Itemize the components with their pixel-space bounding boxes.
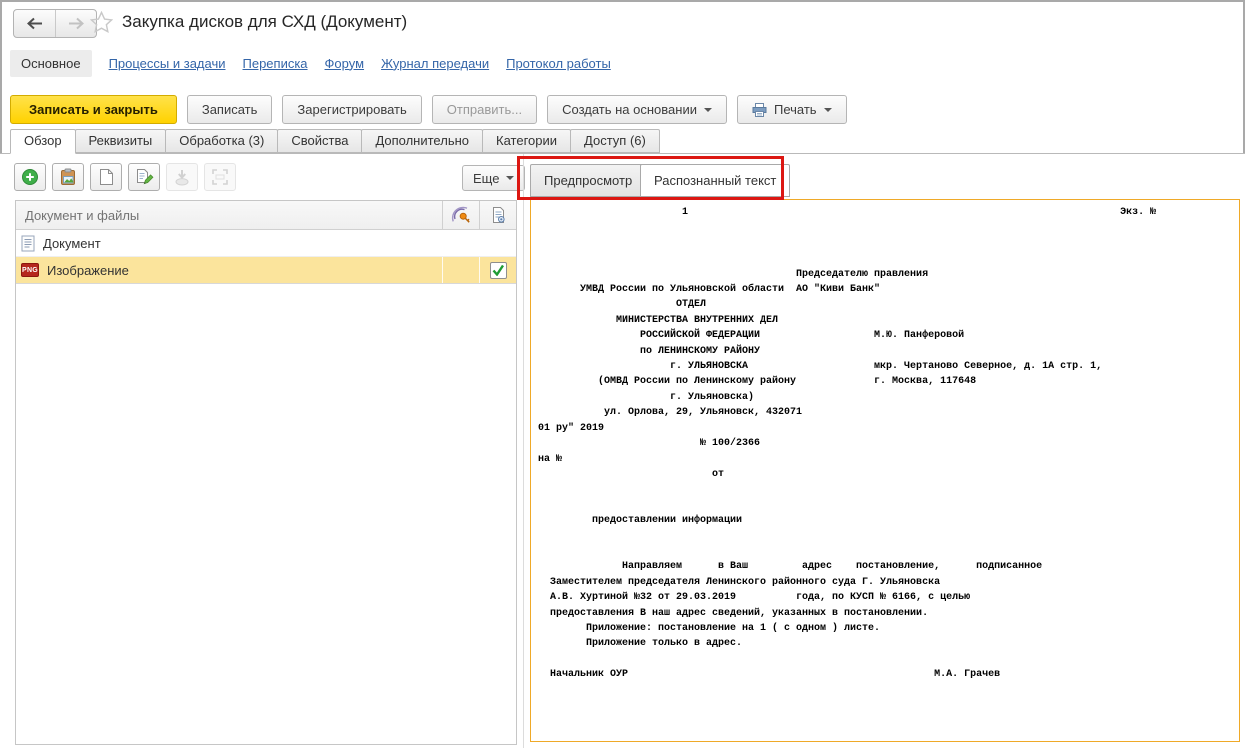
file-row-main: PNG Изображение	[16, 257, 442, 283]
key-waves-icon	[451, 206, 470, 223]
page-title: Закупка дисков для СХД (Документ)	[122, 12, 408, 31]
file-row-check-cell	[479, 257, 516, 283]
nav-link-transfer-log[interactable]: Журнал передачи	[381, 56, 489, 71]
register-button[interactable]: Зарегистрировать	[282, 95, 422, 124]
file-row-document[interactable]: Документ	[16, 230, 516, 257]
tab-properties[interactable]: Свойства	[277, 129, 363, 153]
add-file-button[interactable]	[14, 163, 46, 191]
recognized-text-panel[interactable]: 1 Экз. № Председателю правления УМВД Рос…	[530, 199, 1240, 742]
tab-access[interactable]: Доступ (6)	[570, 129, 660, 153]
send-button[interactable]: Отправить...	[431, 95, 538, 124]
blank-page-icon	[100, 169, 113, 185]
nav-link-processes[interactable]: Процессы и задачи	[109, 56, 226, 71]
clipboard-image-icon	[61, 168, 75, 185]
back-arrow-icon	[27, 17, 42, 30]
edit-file-button[interactable]	[128, 163, 160, 191]
file-row-main: Документ	[16, 230, 442, 256]
png-badge: PNG	[21, 263, 39, 277]
arrow-into-tray-icon	[175, 169, 189, 186]
recognized-text-content: 1 Экз. № Председателю правления УМВД Рос…	[538, 207, 1157, 681]
save-and-close-button[interactable]: Записать и закрыть	[10, 95, 177, 124]
add-icon	[22, 169, 38, 185]
tab-processing[interactable]: Обработка (3)	[165, 129, 279, 153]
main-tabstrip: Обзор Реквизиты Обработка (3) Свойства Д…	[0, 129, 1245, 154]
caret-down-icon	[506, 176, 515, 180]
scan-button[interactable]	[204, 163, 236, 191]
scanner-frame-icon	[212, 169, 228, 185]
nav-link-work-protocol[interactable]: Протокол работы	[506, 56, 611, 71]
check-icon	[492, 264, 504, 276]
tab-preview[interactable]: Предпросмотр	[530, 164, 647, 197]
document-file-icon	[21, 235, 35, 252]
tab-requisites[interactable]: Реквизиты	[74, 129, 167, 153]
caret-down-icon	[703, 107, 712, 112]
print-button[interactable]: Печать	[736, 95, 847, 124]
more-label: Еще	[473, 170, 500, 186]
file-row-label: Документ	[43, 235, 101, 251]
create-based-on-label: Создать на основании	[562, 102, 697, 117]
tab-categories[interactable]: Категории	[482, 129, 572, 153]
file-row-label: Изображение	[47, 262, 129, 278]
tab-recognized-text[interactable]: Распознанный текст	[640, 164, 791, 197]
tab-additional[interactable]: Дополнительно	[361, 129, 484, 153]
png-file-icon: PNG	[21, 263, 39, 277]
nav-item-main[interactable]: Основное	[10, 49, 92, 77]
nav-links-bar: Основное Процессы и задачи Переписка Фор…	[10, 48, 611, 78]
files-toolbar	[14, 163, 236, 191]
file-row-web-cell	[442, 230, 479, 256]
page-pencil-icon	[136, 169, 153, 185]
caret-down-icon	[823, 107, 832, 112]
favorite-star-icon[interactable]	[90, 11, 113, 33]
file-row-image[interactable]: PNG Изображение	[16, 257, 516, 284]
nav-link-forum[interactable]: Форум	[325, 56, 365, 71]
nav-link-correspondence[interactable]: Переписка	[243, 56, 308, 71]
page-gear-icon	[492, 207, 505, 223]
add-from-clipboard-button[interactable]	[52, 163, 84, 191]
import-file-button[interactable]	[166, 163, 198, 191]
new-file-button[interactable]	[90, 163, 122, 191]
panel-splitter[interactable]	[523, 154, 524, 748]
printer-icon	[752, 102, 767, 117]
print-label: Печать	[773, 102, 817, 117]
create-based-on-button[interactable]: Создать на основании	[547, 95, 727, 124]
tab-overview[interactable]: Обзор	[10, 129, 76, 154]
more-button[interactable]: Еще	[462, 165, 526, 191]
save-button[interactable]: Записать	[186, 95, 273, 124]
forward-arrow-icon	[68, 17, 84, 30]
file-row-check-cell	[479, 230, 516, 256]
files-panel: Документ и файлы Документ PNG Изображени…	[15, 200, 517, 745]
files-list-header: Документ и файлы	[16, 201, 516, 230]
overview-tab-content: Еще Документ и файлы Документ PNG Изобра…	[0, 154, 1245, 748]
file-checkbox-checked[interactable]	[489, 261, 507, 279]
files-list-header-label: Документ и файлы	[25, 207, 140, 223]
back-button[interactable]	[14, 10, 55, 37]
file-row-web-cell	[442, 257, 479, 283]
web-access-column-button[interactable]	[442, 201, 479, 229]
file-properties-column-button[interactable]	[479, 201, 516, 229]
command-bar: Записать и закрыть Записать Зарегистриро…	[10, 95, 847, 124]
app-window: Закупка дисков для СХД (Документ) Основн…	[0, 0, 1245, 748]
history-nav-group	[13, 9, 97, 38]
